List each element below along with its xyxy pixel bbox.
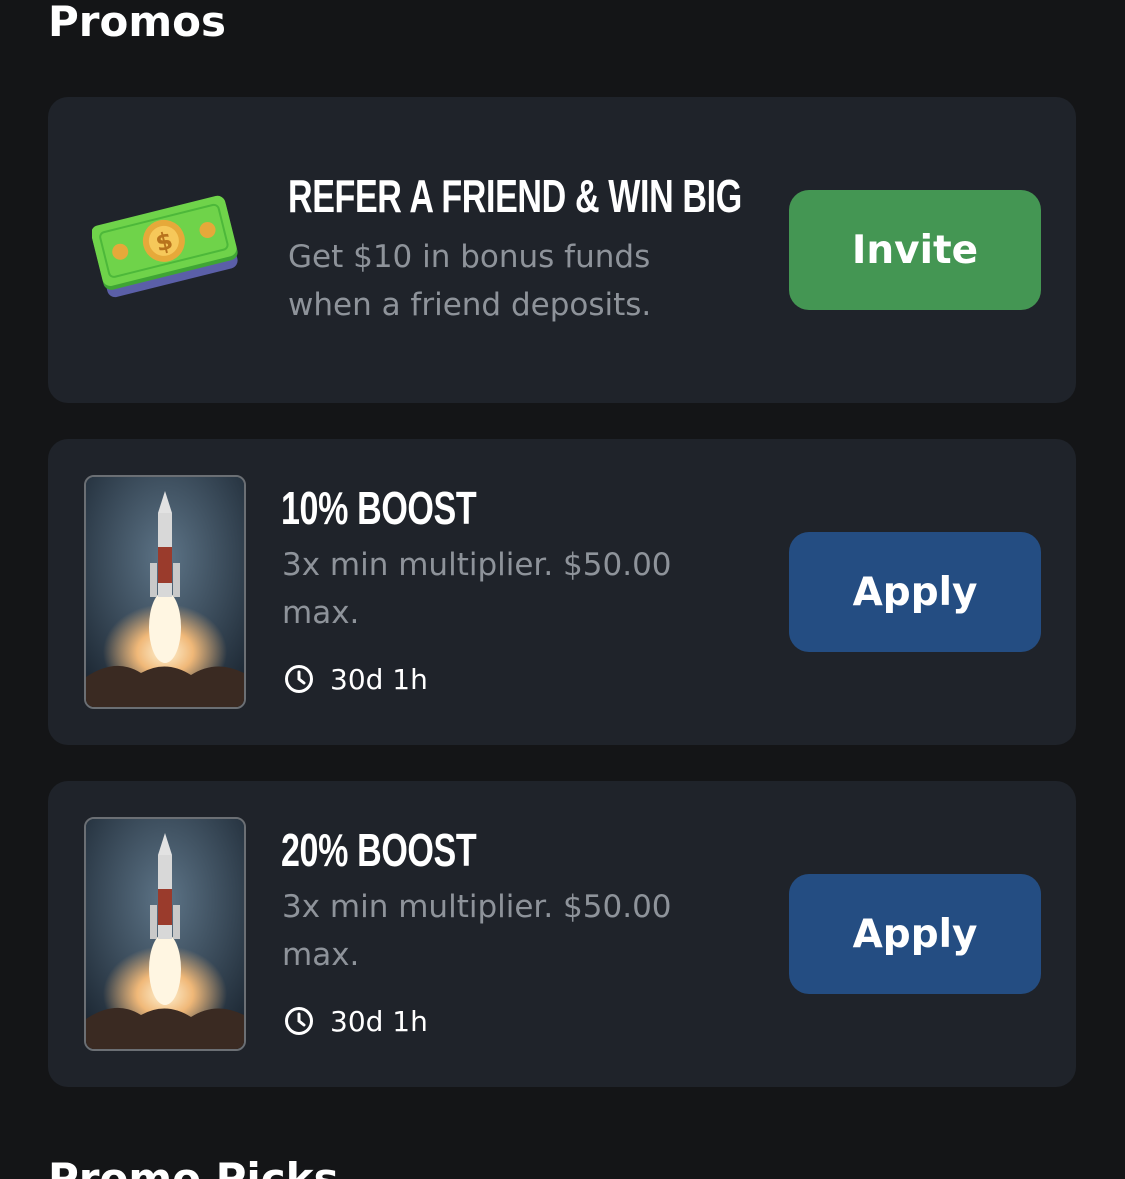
boost-title: 10% BOOST (281, 482, 477, 534)
apply-button[interactable]: Apply (789, 532, 1041, 652)
clock-icon (285, 665, 313, 693)
rocket-launch-image (84, 817, 246, 1051)
boost-description-line1: 3x min multiplier. $50.00 (282, 889, 672, 925)
promo-picks-section-title: Promo Picks (48, 1154, 339, 1179)
cash-bill-icon: $ (92, 195, 238, 298)
boost-timer: 30d 1h (284, 1003, 428, 1039)
boost-title: 20% BOOST (281, 824, 477, 876)
promos-section-title: Promos (48, 0, 226, 46)
clock-icon (285, 1007, 313, 1035)
refer-card-title: REFER A FRIEND & WIN BIG (288, 170, 742, 222)
rocket-launch-image (84, 475, 246, 709)
boost-description-line2: max. (282, 595, 360, 631)
boost-timer: 30d 1h (284, 661, 428, 697)
boost-timer-text: 30d 1h (330, 1004, 428, 1038)
refer-friend-card: $ REFER A FRIEND & WIN BIG Get $10 in bo… (48, 97, 1076, 403)
boost-timer-text: 30d 1h (330, 662, 428, 696)
boost-card-10: 10% BOOST 3x min multiplier. $50.00 max.… (48, 439, 1076, 745)
promos-page: Promos $ REFER A FRIEND & WIN BIG Get $1… (0, 0, 1125, 1179)
boost-description-line2: max. (282, 937, 360, 973)
invite-button[interactable]: Invite (789, 190, 1041, 310)
boost-card-20: 20% BOOST 3x min multiplier. $50.00 max.… (48, 781, 1076, 1087)
refer-card-description-line2: when a friend deposits. (288, 287, 652, 323)
refer-card-description-line1: Get $10 in bonus funds (288, 239, 651, 275)
boost-description-line1: 3x min multiplier. $50.00 (282, 547, 672, 583)
apply-button[interactable]: Apply (789, 874, 1041, 994)
